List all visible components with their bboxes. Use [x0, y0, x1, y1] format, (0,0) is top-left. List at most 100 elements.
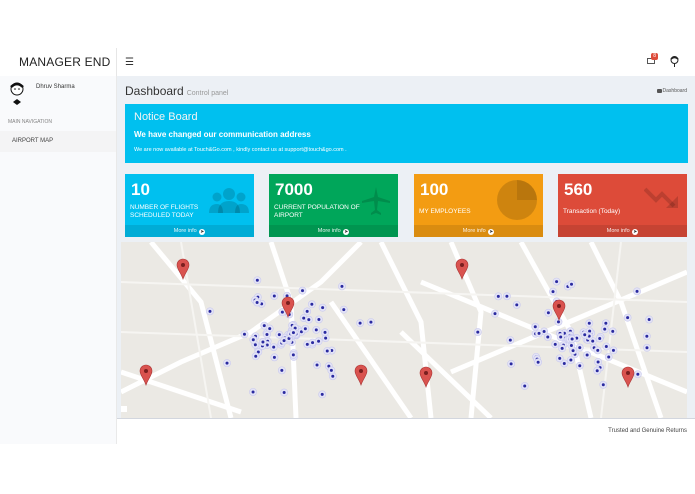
map-point — [272, 345, 276, 349]
notice-title: Notice Board — [134, 111, 198, 123]
map-point — [645, 346, 649, 350]
nav-header: MAIN NAVIGATION — [8, 119, 52, 125]
map-point — [569, 344, 573, 348]
notice-board: Notice Board We have changed our communi… — [125, 104, 688, 163]
stat-box-flights: 10 NUMBER OF FLIGHTS SCHEDULED TODAY Mor… — [125, 174, 254, 237]
map-point — [562, 361, 566, 365]
map-point — [556, 320, 560, 324]
stat-box-transactions: 560 Transaction (Today) More info ➤ — [558, 174, 687, 237]
map-point — [596, 360, 600, 364]
map-point — [588, 329, 592, 333]
map-point — [551, 290, 555, 294]
notification-badge: 8 — [651, 53, 658, 60]
map-point — [569, 282, 573, 286]
map-point — [515, 303, 519, 307]
map-point — [604, 344, 608, 348]
map-point — [647, 317, 651, 321]
header: MANAGER END ☰ 8 — [0, 48, 695, 76]
more-info-link[interactable]: More info ➤ — [414, 225, 543, 237]
app-root: MANAGER END ☰ 8 Dhruv Sharma MAIN NAVIGA… — [0, 0, 695, 494]
map-point — [571, 349, 575, 353]
map-point — [546, 335, 550, 339]
map-point — [320, 392, 324, 396]
sidebar-item-airport-map[interactable]: AIRPORT MAP — [0, 131, 116, 152]
map-point — [635, 289, 639, 293]
map-point — [496, 294, 500, 298]
map-point — [533, 325, 537, 329]
map-point — [310, 302, 314, 306]
bottom-whitespace — [0, 444, 695, 494]
map-point — [331, 374, 335, 378]
map-point — [546, 311, 550, 315]
user-avatar-icon[interactable] — [669, 56, 680, 68]
map-point — [537, 331, 541, 335]
airplane-icon — [362, 187, 390, 215]
main-content: Dashboard Control panel Dashboard Notice … — [117, 76, 695, 418]
map-point — [476, 330, 480, 334]
more-info-link[interactable]: More info ➤ — [269, 225, 398, 237]
map-point — [315, 363, 319, 367]
more-info-label: More info — [317, 228, 341, 234]
breadcrumb-label: Dashboard — [662, 88, 687, 94]
stat-label-line1: NUMBER OF FLIGHTS — [130, 204, 199, 211]
map-point — [301, 289, 305, 293]
map-point — [626, 316, 630, 320]
map-point — [307, 318, 311, 322]
top-whitespace — [0, 0, 695, 48]
map-point — [317, 339, 321, 343]
sidebar-toggle-icon[interactable]: ☰ — [125, 57, 134, 68]
map-point — [340, 284, 344, 288]
footer-text: Trusted and Genuine Returns — [608, 428, 687, 434]
map-point — [578, 346, 582, 350]
map-point — [225, 361, 229, 365]
map-point — [208, 309, 212, 313]
stat-label-line1: CURRENT POPULATION OF — [274, 204, 360, 211]
map-point — [596, 348, 600, 352]
map-point — [329, 368, 333, 372]
map-canvas[interactable] — [121, 242, 687, 418]
airport-map[interactable] — [121, 242, 687, 418]
arrow-right-icon: ➤ — [632, 228, 639, 235]
map-point — [559, 335, 563, 339]
breadcrumb[interactable]: Dashboard — [656, 88, 687, 94]
map-point — [255, 300, 259, 304]
user-name: Dhruv Sharma — [36, 84, 75, 90]
map-point — [585, 353, 589, 357]
map-point — [305, 309, 309, 313]
more-info-label: More info — [462, 228, 486, 234]
map-point — [280, 368, 284, 372]
map-point — [509, 362, 513, 366]
map-point — [587, 321, 591, 325]
map-point — [291, 331, 295, 335]
map-point — [272, 294, 276, 298]
map-point — [542, 329, 546, 333]
map-point — [508, 338, 512, 342]
map-point — [523, 384, 527, 388]
map-point — [323, 330, 327, 334]
users-icon — [209, 188, 249, 213]
map-point — [555, 280, 559, 284]
map-point — [280, 310, 284, 314]
more-info-link[interactable]: More info ➤ — [125, 225, 254, 237]
stat-label-line2: SCHEDULED TODAY — [130, 212, 194, 219]
map-point — [251, 390, 255, 394]
brand-logo[interactable]: MANAGER END — [0, 48, 117, 76]
map-point — [611, 348, 615, 352]
map-point — [272, 355, 276, 359]
more-info-link[interactable]: More info ➤ — [558, 225, 687, 237]
map-point — [282, 339, 286, 343]
stat-box-employees: 100 MY EMPLOYEES More info ➤ — [414, 174, 543, 237]
map-point — [282, 391, 286, 395]
map-point — [255, 278, 259, 282]
arrow-right-icon: ➤ — [488, 228, 495, 235]
map-point — [242, 332, 246, 336]
notice-text: We are now available at Touch&Go.com , k… — [134, 147, 347, 153]
map-point — [253, 343, 257, 347]
map-point — [305, 342, 309, 346]
map-point — [317, 317, 321, 321]
map-point — [369, 320, 373, 324]
arrow-right-icon: ➤ — [199, 228, 206, 235]
pie-chart-icon — [497, 180, 537, 220]
map-point — [558, 356, 562, 360]
map-point — [598, 336, 602, 340]
